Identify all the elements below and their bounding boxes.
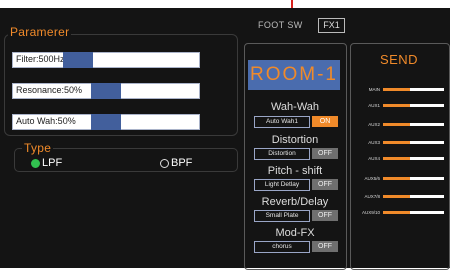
send-level-fill [383,195,411,198]
send-track[interactable] [383,211,444,214]
resonance-slider-thumb[interactable] [91,83,121,99]
filter-slider-thumb[interactable] [63,52,93,68]
send-row-aux1[interactable]: AUX1 [354,102,446,110]
send-row-aux2[interactable]: AUX2 [354,121,446,129]
send-row-aux7-8[interactable]: AUX7/8 [354,193,446,201]
lpf-radio-label: LPF [42,157,63,169]
fx1-button[interactable]: FX1 [318,18,345,33]
parameter-legend: Paramerer [8,25,72,39]
wah-wah-title: Wah-Wah [270,101,320,113]
resonance-slider[interactable]: Resonance:50% [12,83,200,99]
auto-wah-slider-label: Auto Wah:50% [16,116,76,126]
bpf-radio-label: BPF [171,157,193,169]
send-label: AUX3 [368,140,380,145]
filter-slider-label: Filter:500Hz [16,54,65,64]
send-label: MAIN [368,87,380,92]
type-legend: Type [22,141,54,155]
send-label: AUX7/8 [364,194,380,199]
wah-wah-selector[interactable]: Auto Wah1 [254,116,310,128]
send-level-fill [383,141,411,144]
send-track[interactable] [383,157,444,160]
resonance-slider-label: Resonance:50% [16,85,83,95]
send-level-fill [383,88,411,91]
send-row-aux5-6[interactable]: AUX5/6 [354,175,446,183]
pitch-shift-selector[interactable]: Light Detlay [254,179,310,191]
auto-wah-slider-thumb[interactable] [91,114,121,130]
send-level-fill [383,104,411,107]
send-row-main[interactable]: MAIN [354,86,446,94]
send-track[interactable] [383,195,444,198]
send-row-aux4[interactable]: AUX4 [354,155,446,163]
send-track[interactable] [383,104,444,107]
send-track[interactable] [383,177,444,180]
send-level-fill [383,157,411,160]
foot-sw-label: FOOT SW [258,20,303,30]
send-level-fill [383,123,411,126]
send-label: AUX4 [368,156,380,161]
lpf-radio-indicator [31,158,40,168]
reverb-delay-selector[interactable]: Small Plate [254,210,310,222]
bpf-radio[interactable]: BPF [160,157,192,169]
bpf-radio-indicator [160,158,169,168]
send-level-fill [383,211,411,214]
send-level-fill [383,177,411,180]
send-row-aux9-10[interactable]: AUX9/10 [354,209,446,217]
send-label: AUX1 [368,103,380,108]
effects-editor: Paramerer Filter:500Hz Resonance:50% Aut… [0,0,450,270]
send-track[interactable] [383,141,444,144]
mod-fx-selector[interactable]: chorus [254,241,310,253]
reverb-delay-toggle[interactable]: OFF [312,210,338,221]
mod-fx-toggle[interactable]: OFF [312,241,338,252]
wah-wah-toggle[interactable]: ON [312,116,338,127]
lpf-radio[interactable]: LPF [31,157,62,169]
auto-wah-slider[interactable]: Auto Wah:50% [12,114,200,130]
send-track[interactable] [383,88,444,91]
send-track[interactable] [383,123,444,126]
distortion-toggle[interactable]: OFF [312,148,338,159]
send-title: SEND [379,52,419,67]
preset-name-display[interactable]: ROOM-1 [248,60,340,90]
send-label: AUX2 [368,122,380,127]
mod-fx-title: Mod-FX [275,227,315,239]
pitch-shift-title: Pitch - shift [267,165,323,177]
filter-slider[interactable]: Filter:500Hz [12,52,200,68]
send-label: AUX5/6 [364,176,380,181]
send-row-aux3[interactable]: AUX3 [354,139,446,147]
distortion-selector[interactable]: Distortion [254,148,310,160]
send-label: AUX9/10 [361,210,380,215]
distortion-title: Distortion [271,134,319,146]
pitch-shift-toggle[interactable]: OFF [312,179,338,190]
reverb-delay-title: Reverb/Delay [261,196,329,208]
